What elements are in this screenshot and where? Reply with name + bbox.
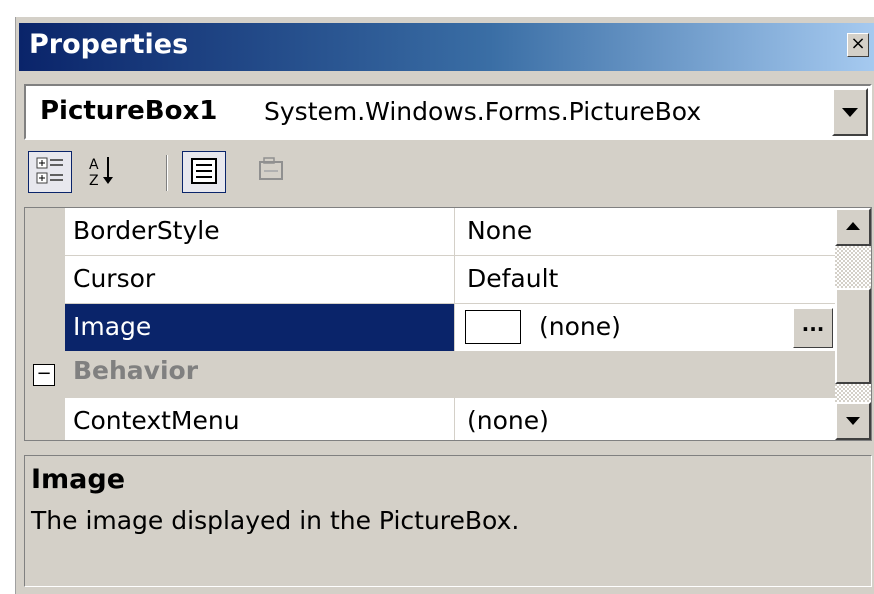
chevron-down-icon [842,108,858,117]
browse-ellipsis-button[interactable]: ... [793,308,833,348]
property-row-borderstyle[interactable]: BorderStyle None [65,208,835,256]
property-toolbar: A Z [24,147,872,197]
property-row-contextmenu[interactable]: ContextMenu (none) [65,398,835,440]
object-selector-combo[interactable]: PictureBox1 System.Windows.Forms.Picture… [24,84,872,140]
properties-window: Properties × PictureBox1 System.Windows.… [15,17,874,594]
svg-text:Z: Z [89,173,99,189]
description-title: Image [31,464,126,495]
image-preview-swatch [465,310,521,344]
selected-object-name: PictureBox1 [40,96,218,126]
categorized-button[interactable] [28,151,72,193]
property-name: Image [65,304,455,351]
arrow-down-icon [846,417,860,425]
description-text: The image displayed in the PictureBox. [31,506,520,535]
property-value-text: (none) [539,312,621,341]
categorized-icon [36,157,63,184]
scrollbar-thumb[interactable] [835,288,871,384]
collapse-toggle-icon[interactable]: − [33,364,55,386]
toolbar-separator [166,155,168,191]
scroll-up-button[interactable] [835,208,871,246]
property-name: BorderStyle [65,208,455,255]
close-icon: × [850,33,866,54]
properties-button[interactable] [182,151,226,193]
selected-object-type: System.Windows.Forms.PictureBox [264,97,702,126]
property-row-image[interactable]: Image (none) ... [65,304,835,352]
svg-text:A: A [89,157,99,173]
alphabetical-button[interactable]: A Z [80,151,124,193]
properties-icon [191,158,217,184]
scroll-down-button[interactable] [835,402,871,440]
category-row-behavior[interactable]: − Behavior [25,352,835,398]
property-value[interactable]: None [455,208,835,255]
property-row-cursor[interactable]: Cursor Default [65,256,835,304]
grid-gutter [25,208,65,440]
close-button[interactable]: × [847,33,869,57]
vertical-scrollbar[interactable] [835,208,871,440]
window-title: Properties [29,29,189,60]
property-grid[interactable]: BorderStyle None Cursor Default Image (n… [24,207,872,441]
combo-dropdown-button[interactable] [832,88,868,136]
property-value-image[interactable]: (none) ... [455,304,835,351]
category-label: Behavior [73,356,199,385]
title-bar[interactable]: Properties × [19,23,874,71]
property-pages-button[interactable] [250,151,294,193]
property-value[interactable]: Default [455,256,835,303]
arrow-up-icon [846,222,860,230]
alphabetical-icon: A Z [89,157,113,189]
description-pane: Image The image displayed in the Picture… [24,455,872,587]
property-name: ContextMenu [65,398,455,440]
property-pages-icon [259,157,283,180]
property-name: Cursor [65,256,455,303]
property-value[interactable]: (none) [455,398,835,440]
